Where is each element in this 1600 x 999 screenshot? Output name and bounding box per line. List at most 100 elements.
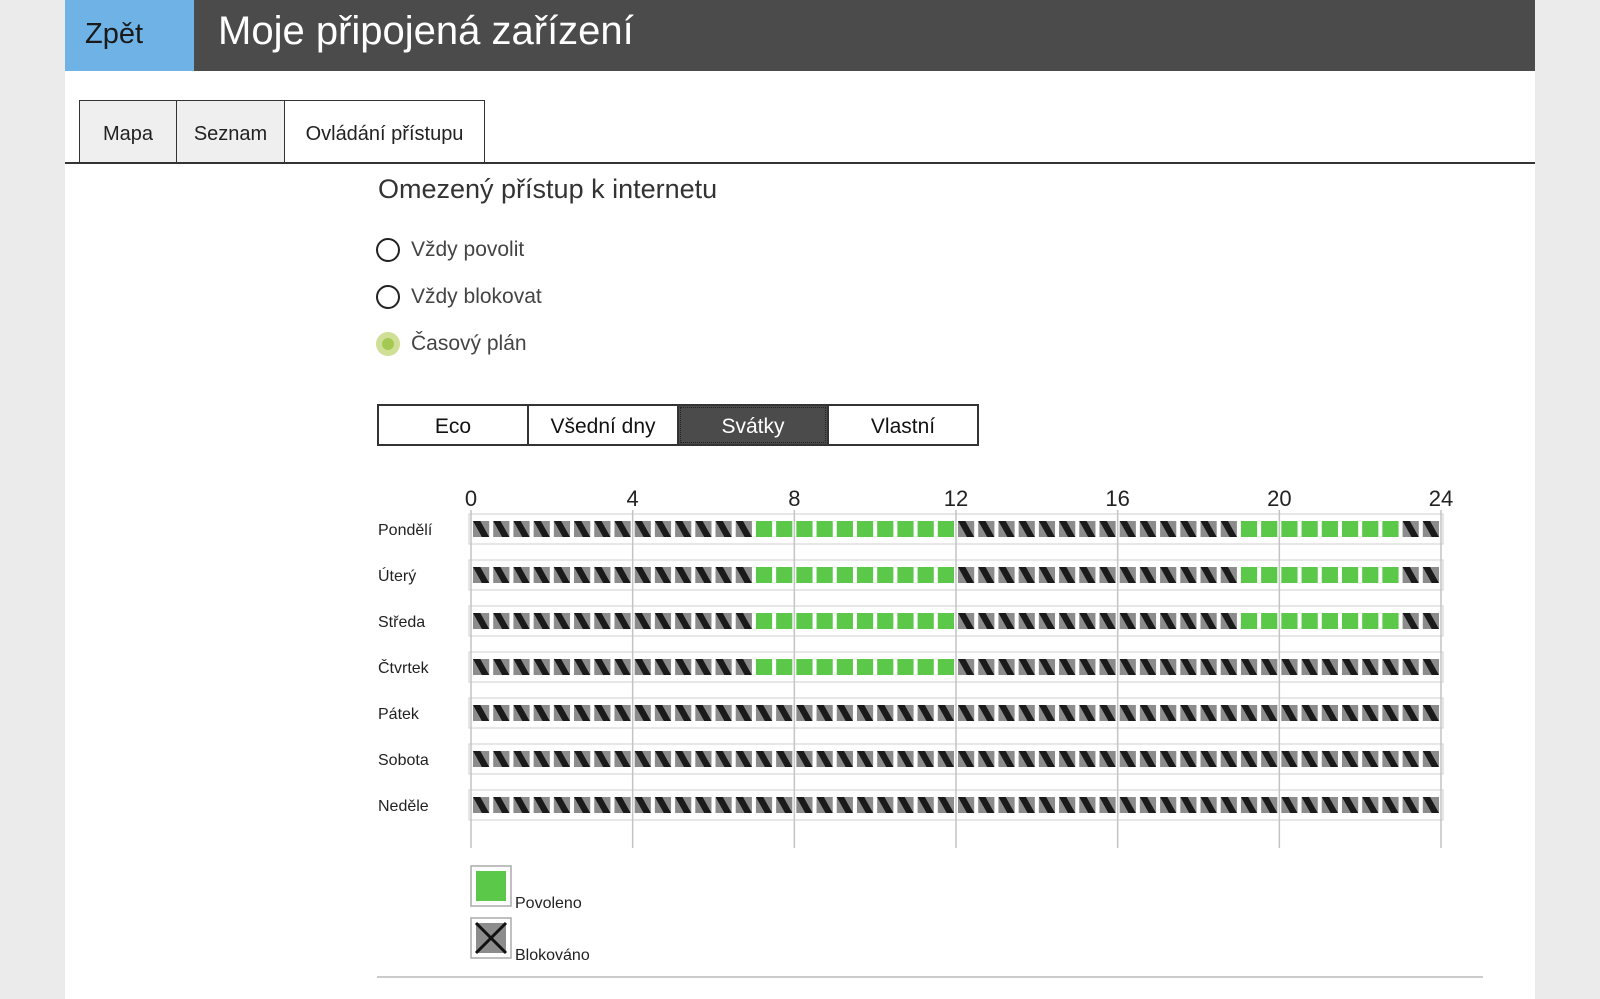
allowed-slot[interactable]	[917, 659, 934, 675]
allowed-slot[interactable]	[856, 521, 874, 537]
allowed-slot[interactable]	[1362, 521, 1379, 537]
radio-label: Časový plán	[411, 332, 527, 355]
allowed-slot[interactable]	[816, 567, 833, 583]
allowed-slot[interactable]	[776, 521, 793, 537]
allowed-slot[interactable]	[937, 659, 954, 675]
back-button[interactable]: Zpět	[65, 0, 194, 71]
allowed-slot[interactable]	[1362, 567, 1379, 583]
allowed-slot[interactable]	[1261, 613, 1278, 629]
allowed-slot[interactable]	[877, 613, 894, 629]
schedule-legend: Povoleno Blokováno	[470, 865, 590, 964]
allowed-swatch	[476, 871, 506, 901]
allowed-slot[interactable]	[1382, 567, 1399, 583]
allowed-slot[interactable]	[1321, 567, 1338, 583]
allowed-slot[interactable]	[937, 521, 954, 537]
allowed-slot[interactable]	[1261, 567, 1278, 583]
allowed-slot[interactable]	[755, 613, 773, 629]
hour-label: 8	[788, 486, 800, 511]
schedule-preset-bar: Eco Všední dny Svátky Vlastní	[377, 404, 983, 446]
allowed-slot[interactable]	[877, 521, 894, 537]
radio-label: Vždy povolit	[411, 238, 525, 261]
allowed-slot[interactable]	[897, 567, 914, 583]
day-label: Čtvrtek	[378, 658, 430, 677]
allowed-slot[interactable]	[1382, 521, 1399, 537]
allowed-slot[interactable]	[856, 659, 874, 675]
allowed-slot[interactable]	[937, 613, 954, 629]
allowed-slot[interactable]	[836, 613, 853, 629]
allowed-slot[interactable]	[917, 567, 934, 583]
allowed-slot[interactable]	[917, 613, 934, 629]
hour-label: 20	[1267, 486, 1291, 511]
allowed-slot[interactable]	[816, 613, 833, 629]
allowed-slot[interactable]	[776, 567, 793, 583]
allowed-slot[interactable]	[877, 567, 894, 583]
hour-label: 16	[1105, 486, 1129, 511]
allowed-slot[interactable]	[816, 659, 833, 675]
preset-eco-button[interactable]: Eco	[377, 404, 529, 446]
tab-map[interactable]: Mapa	[79, 100, 177, 162]
allowed-slot[interactable]	[1281, 567, 1298, 583]
allowed-slot[interactable]	[1341, 613, 1359, 629]
tab-list[interactable]: Seznam	[176, 100, 285, 162]
tabs-divider	[65, 162, 1535, 164]
allowed-slot[interactable]	[1240, 567, 1258, 583]
allowed-slot[interactable]	[1301, 613, 1318, 629]
allowed-slot[interactable]	[836, 659, 853, 675]
hour-label: 0	[465, 486, 477, 511]
page-title: Moje připojená zařízení	[218, 9, 634, 53]
allowed-slot[interactable]	[1240, 613, 1258, 629]
allowed-slot[interactable]	[1321, 613, 1338, 629]
allowed-slot[interactable]	[1240, 521, 1258, 537]
allowed-slot[interactable]	[816, 521, 833, 537]
allowed-slot[interactable]	[856, 613, 874, 629]
preset-weekdays-button[interactable]: Všední dny	[527, 404, 679, 446]
hour-label: 12	[944, 486, 968, 511]
allowed-slot[interactable]	[755, 567, 773, 583]
allowed-slot[interactable]	[1301, 567, 1318, 583]
allowed-slot[interactable]	[1341, 521, 1359, 537]
allowed-slot[interactable]	[796, 567, 813, 583]
radio-button[interactable]	[376, 285, 400, 309]
allowed-slot[interactable]	[836, 567, 853, 583]
day-label: Středa	[378, 614, 425, 631]
allowed-slot[interactable]	[1321, 521, 1338, 537]
allowed-slot[interactable]	[1301, 521, 1318, 537]
allowed-slot[interactable]	[755, 521, 773, 537]
radio-button-selected[interactable]	[376, 332, 400, 356]
radio-button[interactable]	[376, 238, 400, 262]
allowed-slot[interactable]	[796, 659, 813, 675]
allowed-slot[interactable]	[917, 521, 934, 537]
allowed-slot[interactable]	[1281, 521, 1298, 537]
allowed-slot[interactable]	[1281, 613, 1298, 629]
allowed-slot[interactable]	[836, 521, 853, 537]
day-label: Sobota	[378, 752, 429, 769]
allowed-slot[interactable]	[856, 567, 874, 583]
allowed-slot[interactable]	[897, 521, 914, 537]
allowed-slot[interactable]	[776, 659, 793, 675]
allowed-slot[interactable]	[937, 567, 954, 583]
day-label: Neděle	[378, 798, 429, 815]
allowed-slot[interactable]	[897, 659, 914, 675]
allowed-slot[interactable]	[877, 659, 894, 675]
allowed-slot[interactable]	[1362, 613, 1379, 629]
preset-custom-button[interactable]: Vlastní	[827, 404, 979, 446]
day-labels: Pondělí Úterý Středa Čtvrtek Pátek Sobota Nedě…	[378, 522, 433, 815]
day-label: Pátek	[378, 706, 420, 723]
allowed-slot[interactable]	[755, 659, 773, 675]
allowed-slot[interactable]	[1341, 567, 1359, 583]
day-label: Úterý	[378, 566, 416, 585]
allowed-slot[interactable]	[897, 613, 914, 629]
preset-holidays-button[interactable]: Svátky	[677, 404, 829, 446]
hour-axis: 0 4 8 12 16 20 24	[465, 486, 1453, 511]
day-label: Pondělí	[378, 522, 433, 539]
allowed-slot[interactable]	[776, 613, 793, 629]
allowed-slot[interactable]	[1261, 521, 1278, 537]
allowed-slot[interactable]	[1382, 613, 1399, 629]
hour-label: 24	[1429, 486, 1453, 511]
tab-access-control[interactable]: Ovládání přístupu	[284, 100, 485, 164]
section-title: Omezený přístup k internetu	[378, 174, 718, 204]
app-header: Zpět Moje připojená zařízení	[65, 0, 1535, 71]
allowed-slot[interactable]	[796, 613, 813, 629]
radio-label: Vždy blokovat	[411, 285, 542, 308]
allowed-slot[interactable]	[796, 521, 813, 537]
